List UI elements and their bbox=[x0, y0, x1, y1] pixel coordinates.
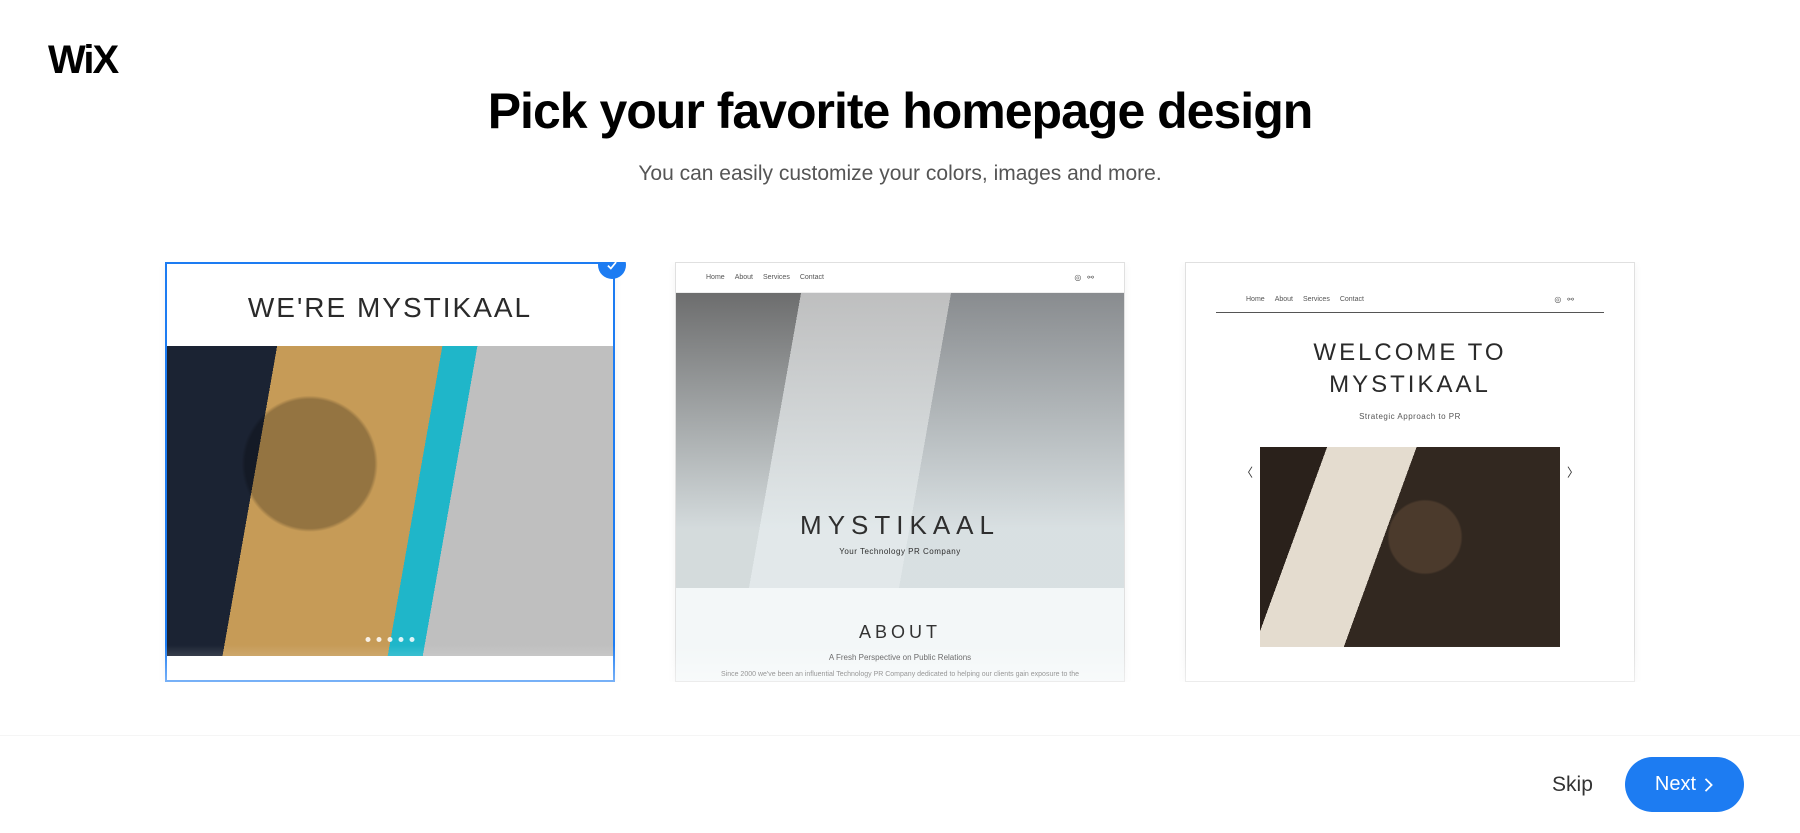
card2-title: MYSTIKAAL bbox=[676, 510, 1124, 541]
template-card-1[interactable]: WE'RE MYSTIKAAL ABOUT OUR TECHNOLOGY PR bbox=[165, 262, 615, 682]
chevron-right-icon bbox=[1704, 778, 1714, 792]
nav-item: Home bbox=[706, 274, 725, 281]
carousel-dots bbox=[366, 637, 415, 642]
card1-hero-image bbox=[167, 346, 613, 656]
nav-item: Home bbox=[1246, 296, 1265, 303]
footer-bar: Skip Next bbox=[0, 735, 1800, 833]
page-title: Pick your favorite homepage design bbox=[0, 82, 1800, 140]
nav-item: Contact bbox=[800, 274, 824, 281]
card2-about-body: Since 2000 we've been an influential Tec… bbox=[716, 670, 1084, 682]
link-icon: ⚯ bbox=[1567, 295, 1574, 304]
next-label: Next bbox=[1655, 773, 1696, 796]
template-cards-row: WE'RE MYSTIKAAL ABOUT OUR TECHNOLOGY PR … bbox=[0, 262, 1800, 682]
card1-section-title: ABOUT OUR TECHNOLOGY PR bbox=[167, 656, 613, 682]
nav-item: About bbox=[735, 274, 753, 281]
nav-item: About bbox=[1275, 296, 1293, 303]
card3-hero-image bbox=[1260, 447, 1560, 647]
instagram-icon: ◎ bbox=[1554, 295, 1561, 304]
card1-title: WE'RE MYSTIKAAL bbox=[167, 264, 613, 346]
wix-logo: WiX bbox=[48, 38, 117, 83]
card2-tagline: Your Technology PR Company bbox=[676, 547, 1124, 556]
nav-item: Contact bbox=[1340, 296, 1364, 303]
card2-about-sub: A Fresh Perspective on Public Relations bbox=[716, 653, 1084, 662]
next-button[interactable]: Next bbox=[1625, 757, 1744, 812]
nav-item: Services bbox=[1303, 296, 1330, 303]
page-subtitle: You can easily customize your colors, im… bbox=[0, 162, 1800, 186]
card2-nav-bar: Home About Services Contact ◎ ⚯ bbox=[676, 263, 1124, 293]
card3-nav-bar: Home About Services Contact ◎ ⚯ bbox=[1216, 285, 1604, 313]
skip-button[interactable]: Skip bbox=[1552, 773, 1593, 797]
card2-about-heading: ABOUT bbox=[716, 622, 1084, 643]
card3-title: WELCOME TO MYSTIKAAL bbox=[1186, 337, 1634, 402]
template-card-2[interactable]: Home About Services Contact ◎ ⚯ MYSTIKAA… bbox=[675, 262, 1125, 682]
nav-item: Services bbox=[763, 274, 790, 281]
carousel-next-icon[interactable]: 〉 bbox=[1567, 464, 1579, 481]
card2-hero-image: MYSTIKAAL Your Technology PR Company bbox=[676, 293, 1124, 588]
instagram-icon: ◎ bbox=[1074, 273, 1081, 282]
page-header: Pick your favorite homepage design You c… bbox=[0, 0, 1800, 186]
card3-tagline: Strategic Approach to PR bbox=[1186, 412, 1634, 421]
template-cards-container: WE'RE MYSTIKAAL ABOUT OUR TECHNOLOGY PR … bbox=[0, 262, 1800, 682]
template-card-3[interactable]: Home About Services Contact ◎ ⚯ WELCOME … bbox=[1185, 262, 1635, 682]
link-icon: ⚯ bbox=[1087, 273, 1094, 282]
card2-about-section: ABOUT A Fresh Perspective on Public Rela… bbox=[676, 588, 1124, 682]
carousel-prev-icon[interactable]: 〈 bbox=[1241, 464, 1253, 481]
